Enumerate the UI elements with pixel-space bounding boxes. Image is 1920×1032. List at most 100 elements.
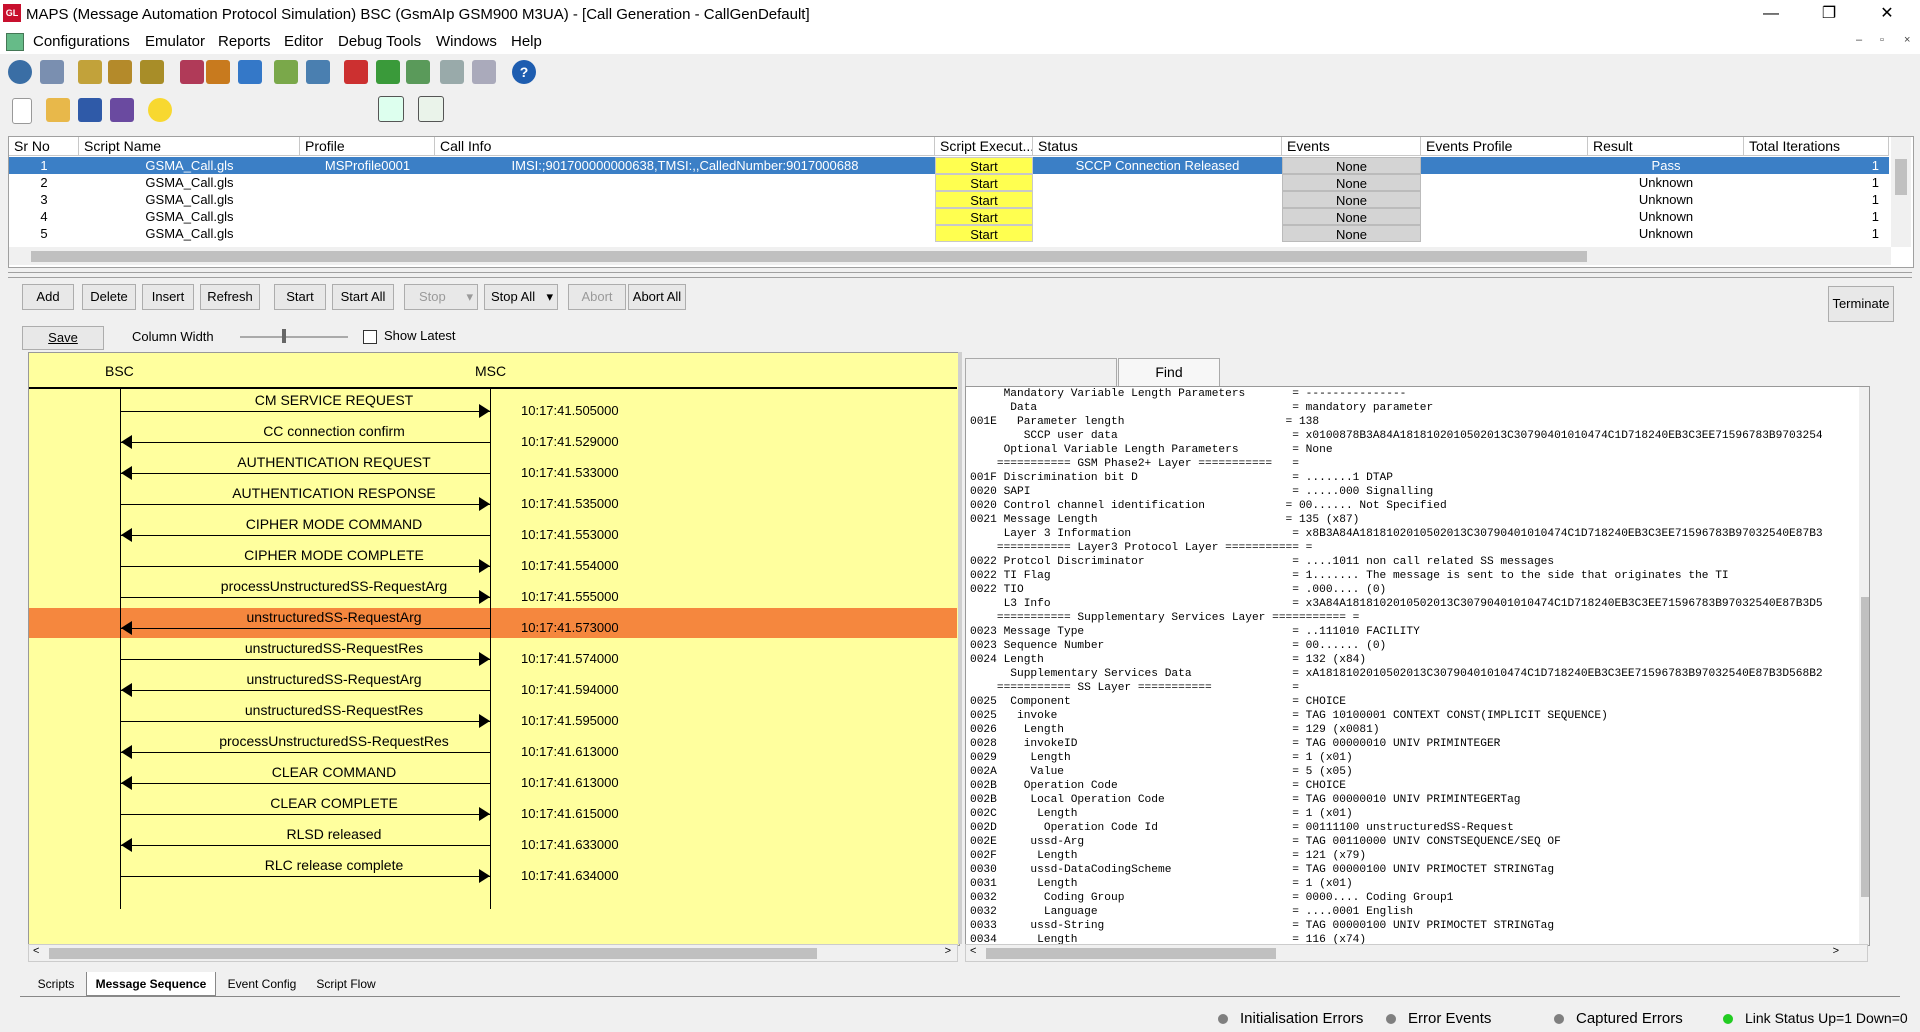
column-header-call-info[interactable]: Call Info (435, 137, 935, 156)
settings-icon[interactable] (8, 60, 32, 84)
grid-hscroll-thumb[interactable] (31, 251, 1587, 262)
link-icon[interactable] (440, 60, 464, 84)
message-label[interactable]: AUTHENTICATION REQUEST (151, 454, 517, 471)
close-button[interactable]: ✕ (1864, 0, 1910, 30)
column-header-total-iterations[interactable]: Total Iterations (1744, 137, 1889, 156)
message-label[interactable]: CC connection confirm (151, 423, 517, 440)
table-row[interactable]: 2 GSMA_Call.gls Start None Unknown 1 (9, 174, 1889, 191)
scroll-left-arrow-icon[interactable]: < (33, 945, 39, 957)
save-icon[interactable] (78, 98, 102, 122)
gears-icon[interactable] (108, 60, 132, 84)
stop-all-button[interactable]: Stop All ▾ (484, 284, 558, 310)
message-arrow-line[interactable] (120, 628, 490, 629)
sequence-hscroll-thumb[interactable] (49, 948, 817, 959)
tab-scripts[interactable]: Scripts (28, 972, 84, 996)
cell-events[interactable]: None (1282, 157, 1421, 174)
cell-events[interactable]: None (1282, 191, 1421, 208)
hierarchy-icon[interactable] (418, 96, 444, 122)
sequence-hscrollbar[interactable]: < > (28, 944, 958, 962)
cell-exec[interactable]: Start (935, 208, 1033, 225)
column-header-script-exec[interactable]: Script Execut... (935, 137, 1033, 156)
sequence-vscroll[interactable] (958, 352, 962, 944)
message-label[interactable]: unstructuredSS-RequestArg (151, 609, 517, 626)
tab-event-config[interactable]: Event Config (220, 972, 304, 996)
find-tab[interactable]: Find (1118, 358, 1220, 386)
show-latest-checkbox[interactable] (363, 330, 377, 344)
cell-exec[interactable]: Start (935, 157, 1033, 174)
cell-exec[interactable]: Start (935, 225, 1033, 242)
mdi-close-button[interactable]: × (1904, 34, 1910, 46)
table-row[interactable]: 1 GSMA_Call.gls MSProfile0001 IMSI:;9017000… (9, 157, 1889, 174)
tree-view-icon[interactable] (378, 96, 404, 122)
error-events-label[interactable]: Error Events (1408, 1010, 1491, 1027)
gears2-icon[interactable] (140, 60, 164, 84)
cell-events[interactable]: None (1282, 225, 1421, 242)
grid-horizontal-scrollbar[interactable] (9, 247, 1891, 265)
detail-hscrollbar[interactable]: < > (965, 944, 1868, 962)
message-label[interactable]: AUTHENTICATION RESPONSE (151, 485, 517, 502)
chevron-down-icon[interactable]: ▾ (546, 285, 553, 309)
tools-icon[interactable] (306, 60, 330, 84)
message-label[interactable]: processUnstructuredSS-RequestRes (151, 733, 517, 750)
cell-events[interactable]: None (1282, 208, 1421, 225)
menu-help[interactable]: Help (511, 33, 542, 50)
report-icon[interactable] (238, 60, 262, 84)
check-icon[interactable] (274, 60, 298, 84)
menu-windows[interactable]: Windows (436, 33, 497, 50)
menu-emulator[interactable]: Emulator (145, 33, 205, 50)
new-file-icon[interactable] (12, 98, 32, 124)
message-arrow-line[interactable] (120, 752, 490, 753)
restore-button[interactable]: ❐ (1806, 0, 1852, 30)
message-label[interactable]: RLSD released (151, 826, 517, 843)
run-script-icon[interactable] (376, 60, 400, 84)
message-arrow-line[interactable] (120, 473, 490, 474)
grid-vertical-scrollbar[interactable] (1891, 137, 1911, 247)
refresh-button[interactable]: Refresh (200, 284, 260, 310)
package-icon[interactable] (206, 60, 230, 84)
init-errors-label[interactable]: Initialisation Errors (1240, 1010, 1363, 1027)
message-label[interactable]: CIPHER MODE COMPLETE (151, 547, 517, 564)
message-arrow-line[interactable] (120, 845, 490, 846)
detail-vscrollbar[interactable] (1859, 387, 1869, 945)
column-header-events-profile[interactable]: Events Profile (1421, 137, 1588, 156)
insert-button[interactable]: Insert (142, 284, 194, 310)
message-label[interactable]: unstructuredSS-RequestArg (151, 671, 517, 688)
table-row[interactable]: 5 GSMA_Call.gls Start None Unknown 1 (9, 225, 1889, 242)
message-arrow-line[interactable] (120, 566, 490, 567)
detail-scroll-left-arrow-icon[interactable]: < (970, 945, 976, 957)
delete-button[interactable]: Delete (82, 284, 136, 310)
column-header-status[interactable]: Status (1033, 137, 1282, 156)
detail-tab-blank[interactable] (965, 358, 1117, 386)
menu-configurations[interactable]: Configurations (33, 33, 130, 50)
message-label[interactable]: CLEAR COMPLETE (151, 795, 517, 812)
message-label[interactable]: CLEAR COMMAND (151, 764, 517, 781)
tab-message-sequence[interactable]: Message Sequence (86, 972, 216, 996)
terminate-button[interactable]: Terminate (1828, 286, 1894, 322)
message-label[interactable]: unstructuredSS-RequestRes (151, 640, 517, 657)
run-step-icon[interactable] (406, 60, 430, 84)
grid-vscroll-thumb[interactable] (1895, 159, 1907, 195)
message-label[interactable]: RLC release complete (151, 857, 517, 874)
message-label[interactable]: CIPHER MODE COMMAND (151, 516, 517, 533)
table-row[interactable]: 3 GSMA_Call.gls Start None Unknown 1 (9, 191, 1889, 208)
cell-events[interactable]: None (1282, 174, 1421, 191)
lightbulb-icon[interactable] (148, 98, 172, 122)
save-sequence-button[interactable]: Save (22, 326, 104, 350)
script-icon[interactable] (180, 60, 204, 84)
message-arrow-line[interactable] (120, 814, 490, 815)
column-header-profile[interactable]: Profile (300, 137, 435, 156)
minimize-button[interactable]: — (1748, 0, 1794, 30)
column-header-events[interactable]: Events (1282, 137, 1421, 156)
app-menu-icon[interactable] (6, 33, 24, 51)
message-arrow-line[interactable] (120, 876, 490, 877)
add-button[interactable]: Add (22, 284, 74, 310)
scroll-right-arrow-icon[interactable]: > (945, 945, 951, 957)
message-arrow-line[interactable] (120, 535, 490, 536)
splitter[interactable] (8, 272, 1912, 278)
start-all-button[interactable]: Start All (332, 284, 394, 310)
detail-vscroll-thumb[interactable] (1861, 597, 1869, 897)
message-arrow-line[interactable] (120, 504, 490, 505)
message-arrow-line[interactable] (120, 783, 490, 784)
message-arrow-line[interactable] (120, 721, 490, 722)
abort-all-button[interactable]: Abort All (628, 284, 686, 310)
